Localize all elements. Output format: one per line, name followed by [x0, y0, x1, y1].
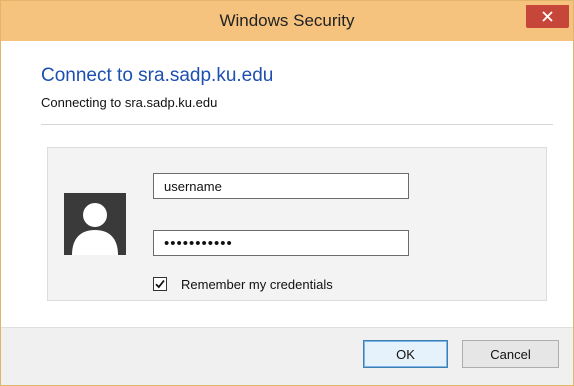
close-icon — [542, 11, 553, 22]
user-avatar-icon — [64, 193, 126, 255]
password-field[interactable] — [153, 230, 409, 256]
divider — [41, 124, 553, 125]
title-bar[interactable]: Windows Security — [1, 1, 573, 41]
remember-credentials-label: Remember my credentials — [181, 277, 333, 292]
windows-security-dialog: Windows Security Connect to sra.sadp.ku.… — [0, 0, 574, 386]
checkbox[interactable] — [153, 277, 167, 291]
dialog-heading: Connect to sra.sadp.ku.edu — [41, 65, 274, 86]
cancel-button[interactable]: Cancel — [462, 340, 559, 368]
username-field[interactable] — [153, 173, 409, 199]
ok-button[interactable]: OK — [363, 340, 448, 368]
checkmark-icon — [155, 279, 165, 289]
window-title: Windows Security — [219, 11, 355, 30]
dialog-subheading: Connecting to sra.sadp.ku.edu — [41, 95, 218, 110]
close-button[interactable] — [526, 5, 569, 28]
